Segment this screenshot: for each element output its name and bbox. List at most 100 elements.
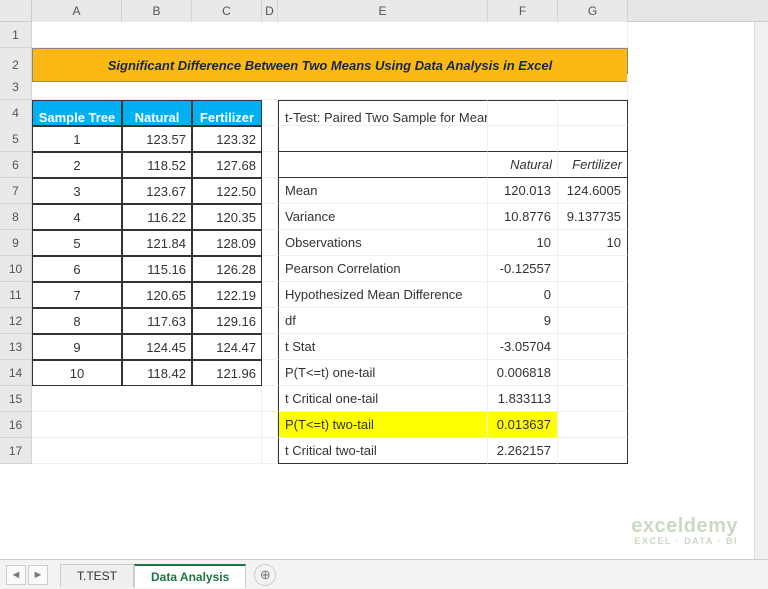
tab-data-analysis[interactable]: Data Analysis	[134, 564, 246, 588]
stats-value[interactable]	[558, 256, 628, 282]
cell-empty[interactable]	[262, 438, 278, 464]
tab-nav-next[interactable]: ►	[28, 565, 48, 585]
col-D[interactable]: D	[262, 0, 278, 22]
data-cell[interactable]: 117.63	[122, 308, 192, 334]
stats-value[interactable]: 124.6005	[558, 178, 628, 204]
row-9[interactable]: 9	[0, 230, 32, 256]
row-16[interactable]: 16	[0, 412, 32, 438]
row-6[interactable]: 6	[0, 152, 32, 178]
cell-empty[interactable]	[32, 386, 262, 412]
stats-label[interactable]: t Critical two-tail	[278, 438, 488, 464]
data-cell[interactable]: 8	[32, 308, 122, 334]
data-cell[interactable]: 124.45	[122, 334, 192, 360]
cell-empty[interactable]	[488, 100, 558, 126]
stats-value[interactable]: 10.8776	[488, 204, 558, 230]
add-sheet-icon[interactable]: ⊕	[254, 564, 276, 586]
col-F[interactable]: F	[488, 0, 558, 22]
row-1[interactable]: 1	[0, 22, 32, 48]
cell-empty[interactable]	[32, 22, 628, 48]
cell-empty[interactable]	[262, 230, 278, 256]
row-10[interactable]: 10	[0, 256, 32, 282]
stats-value[interactable]	[558, 334, 628, 360]
data-cell[interactable]: 129.16	[192, 308, 262, 334]
tab-nav-prev[interactable]: ◄	[6, 565, 26, 585]
tab-ttest[interactable]: T.TEST	[60, 564, 134, 587]
row-17[interactable]: 17	[0, 438, 32, 464]
cell-empty[interactable]	[262, 204, 278, 230]
stats-value[interactable]: 9.137735	[558, 204, 628, 230]
data-cell[interactable]: 123.67	[122, 178, 192, 204]
col-C[interactable]: C	[192, 0, 262, 22]
data-cell[interactable]: 123.57	[122, 126, 192, 152]
stats-value[interactable]: 2.262157	[488, 438, 558, 464]
data-cell[interactable]: 1	[32, 126, 122, 152]
stats-value[interactable]: -0.12557	[488, 256, 558, 282]
stats-value[interactable]: -3.05704	[488, 334, 558, 360]
data-cell[interactable]: 9	[32, 334, 122, 360]
data-cell[interactable]: 118.42	[122, 360, 192, 386]
stats-label[interactable]: t Stat	[278, 334, 488, 360]
stats-label[interactable]: Variance	[278, 204, 488, 230]
stats-value[interactable]: 10	[558, 230, 628, 256]
stats-value[interactable]	[558, 438, 628, 464]
corner-cell[interactable]	[0, 0, 32, 22]
data-cell[interactable]: 121.96	[192, 360, 262, 386]
cell-empty[interactable]	[488, 126, 558, 152]
data-cell[interactable]: 121.84	[122, 230, 192, 256]
stats-value[interactable]: 0	[488, 282, 558, 308]
stats-title[interactable]: t-Test: Paired Two Sample for Means	[278, 100, 488, 126]
data-cell[interactable]: 116.22	[122, 204, 192, 230]
stats-label[interactable]: Mean	[278, 178, 488, 204]
stats-label[interactable]: Pearson Correlation	[278, 256, 488, 282]
cell-empty[interactable]	[262, 412, 278, 438]
stats-value-highlight[interactable]: 0.013637	[488, 412, 558, 438]
data-cell[interactable]: 118.52	[122, 152, 192, 178]
data-cell[interactable]: 126.28	[192, 256, 262, 282]
stats-value[interactable]: 120.013	[488, 178, 558, 204]
row-8[interactable]: 8	[0, 204, 32, 230]
stats-label[interactable]: df	[278, 308, 488, 334]
stats-label[interactable]: P(T<=t) one-tail	[278, 360, 488, 386]
cell-empty[interactable]	[262, 126, 278, 152]
vertical-scrollbar[interactable]	[754, 22, 768, 559]
stats-value[interactable]	[558, 412, 628, 438]
stats-value[interactable]: 9	[488, 308, 558, 334]
stats-col2[interactable]: Fertilizer	[558, 152, 628, 178]
stats-label[interactable]: t Critical one-tail	[278, 386, 488, 412]
data-cell[interactable]: 127.68	[192, 152, 262, 178]
cell-empty[interactable]	[558, 100, 628, 126]
stats-value[interactable]	[558, 360, 628, 386]
row-15[interactable]: 15	[0, 386, 32, 412]
stats-label-highlight[interactable]: P(T<=t) two-tail	[278, 412, 488, 438]
stats-value[interactable]: 10	[488, 230, 558, 256]
cell-empty[interactable]	[262, 334, 278, 360]
data-cell[interactable]: 115.16	[122, 256, 192, 282]
row-3[interactable]: 3	[0, 74, 32, 100]
cell-empty[interactable]	[262, 178, 278, 204]
cell-empty[interactable]	[278, 126, 488, 152]
data-cell[interactable]: 10	[32, 360, 122, 386]
stats-label[interactable]: Observations	[278, 230, 488, 256]
row-14[interactable]: 14	[0, 360, 32, 386]
cell-empty[interactable]	[262, 360, 278, 386]
cell-empty[interactable]	[262, 152, 278, 178]
row-7[interactable]: 7	[0, 178, 32, 204]
header-natural[interactable]: Natural	[122, 100, 192, 126]
data-cell[interactable]: 3	[32, 178, 122, 204]
col-G[interactable]: G	[558, 0, 628, 22]
data-cell[interactable]: 2	[32, 152, 122, 178]
cell-empty[interactable]	[262, 100, 278, 126]
header-fertilizer[interactable]: Fertilizer	[192, 100, 262, 126]
data-cell[interactable]: 120.35	[192, 204, 262, 230]
cell-empty[interactable]	[278, 152, 488, 178]
stats-value[interactable]: 1.833113	[488, 386, 558, 412]
header-sample-tree[interactable]: Sample Tree	[32, 100, 122, 126]
col-B[interactable]: B	[122, 0, 192, 22]
stats-value[interactable]: 0.006818	[488, 360, 558, 386]
stats-value[interactable]	[558, 282, 628, 308]
col-E[interactable]: E	[278, 0, 488, 22]
cell-empty[interactable]	[32, 438, 262, 464]
data-cell[interactable]: 122.19	[192, 282, 262, 308]
data-cell[interactable]: 6	[32, 256, 122, 282]
row-11[interactable]: 11	[0, 282, 32, 308]
